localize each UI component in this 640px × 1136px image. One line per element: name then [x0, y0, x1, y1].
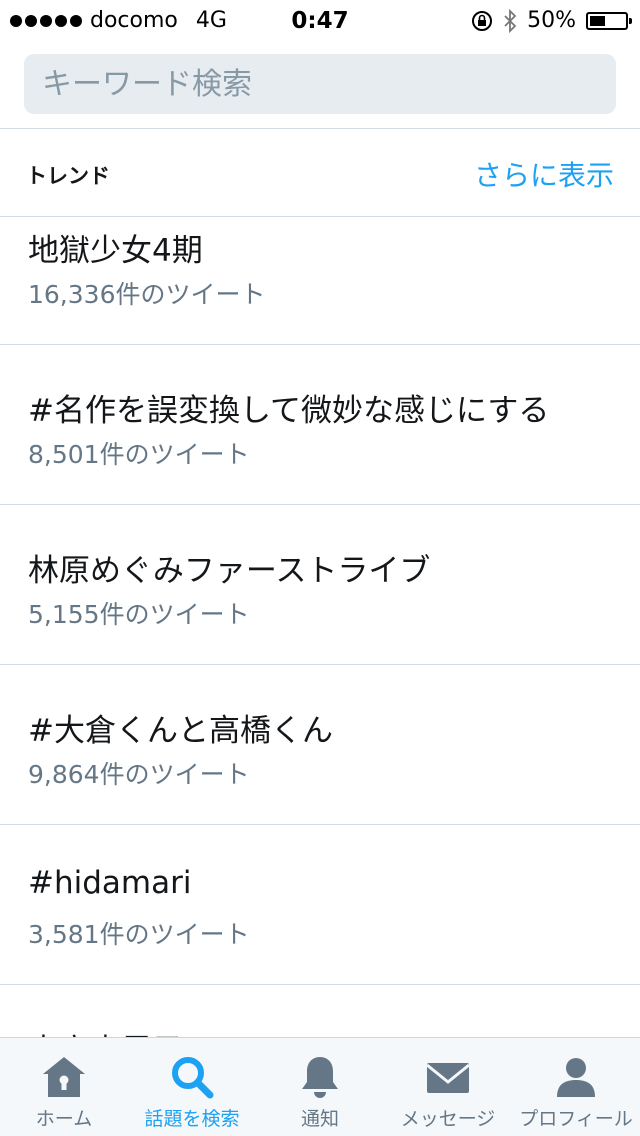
trend-item[interactable]: #hidamari 3,581件のツイート [0, 825, 640, 985]
search-bar [24, 54, 616, 114]
trend-item[interactable]: 林原めぐみファーストライブ 5,155件のツイート [0, 505, 640, 665]
trend-name: 林原めぐみファーストライブ [28, 553, 431, 589]
tab-label: ホーム [35, 1108, 93, 1130]
trend-item[interactable]: #大倉くんと高橋くん 9,864件のツイート [0, 665, 640, 825]
status-bar: docomo 4G 0:47 50% [0, 0, 640, 42]
trend-item[interactable]: 地獄少女4期 16,336件のツイート [0, 217, 640, 345]
trends-title: トレンド [26, 164, 110, 188]
divider [0, 128, 640, 129]
show-more-link[interactable]: さらに表示 [474, 154, 614, 194]
trend-name: #大倉くんと高橋くん [28, 713, 333, 749]
trend-tweet-count: 5,155件のツイート [28, 600, 250, 629]
tab-notifications[interactable]: 通知 [256, 1038, 384, 1136]
trend-name: #hidamari [28, 865, 192, 901]
tab-label: メッセージ [400, 1108, 496, 1130]
rotation-lock-icon [472, 10, 493, 31]
tab-profile[interactable]: プロフィール [512, 1038, 640, 1136]
tab-messages[interactable]: メッセージ [384, 1038, 512, 1136]
status-right: 50% [471, 8, 632, 33]
bell-icon [302, 1057, 338, 1098]
trend-tweet-count: 16,336件のツイート [28, 280, 266, 309]
trend-item[interactable]: 吉高由里子 [0, 985, 640, 1037]
home-icon [43, 1057, 85, 1097]
tab-label: 話題を検索 [144, 1108, 240, 1130]
trends-header: トレンド さらに表示 [0, 130, 640, 216]
battery-icon [586, 11, 632, 30]
trend-tweet-count: 3,581件のツイート [28, 920, 250, 949]
trend-list: 地獄少女4期 16,336件のツイート #名作を誤変換して微妙な感じにする 8,… [0, 217, 640, 1037]
trend-item[interactable]: #名作を誤変換して微妙な感じにする 8,501件のツイート [0, 345, 640, 505]
search-icon [172, 1057, 214, 1099]
trend-name: 吉高由里子 [28, 1025, 183, 1037]
trend-tweet-count: 8,501件のツイート [28, 440, 250, 469]
person-icon [557, 1058, 595, 1097]
trend-tweet-count: 9,864件のツイート [28, 760, 250, 789]
tab-home[interactable]: ホーム [0, 1038, 128, 1136]
tab-label: 通知 [300, 1108, 339, 1130]
search-input[interactable] [24, 54, 616, 114]
trend-name: #名作を誤変換して微妙な感じにする [28, 393, 550, 429]
tab-bar: ホーム 話題を検索 通知 メッセージ プロフィール [0, 1037, 640, 1136]
tab-label: プロフィール [519, 1108, 633, 1130]
tab-search[interactable]: 話題を検索 [128, 1038, 256, 1136]
trend-name: 地獄少女4期 [28, 233, 203, 269]
bluetooth-icon [504, 8, 517, 33]
battery-percent: 50% [527, 8, 576, 33]
envelope-icon [426, 1063, 470, 1093]
